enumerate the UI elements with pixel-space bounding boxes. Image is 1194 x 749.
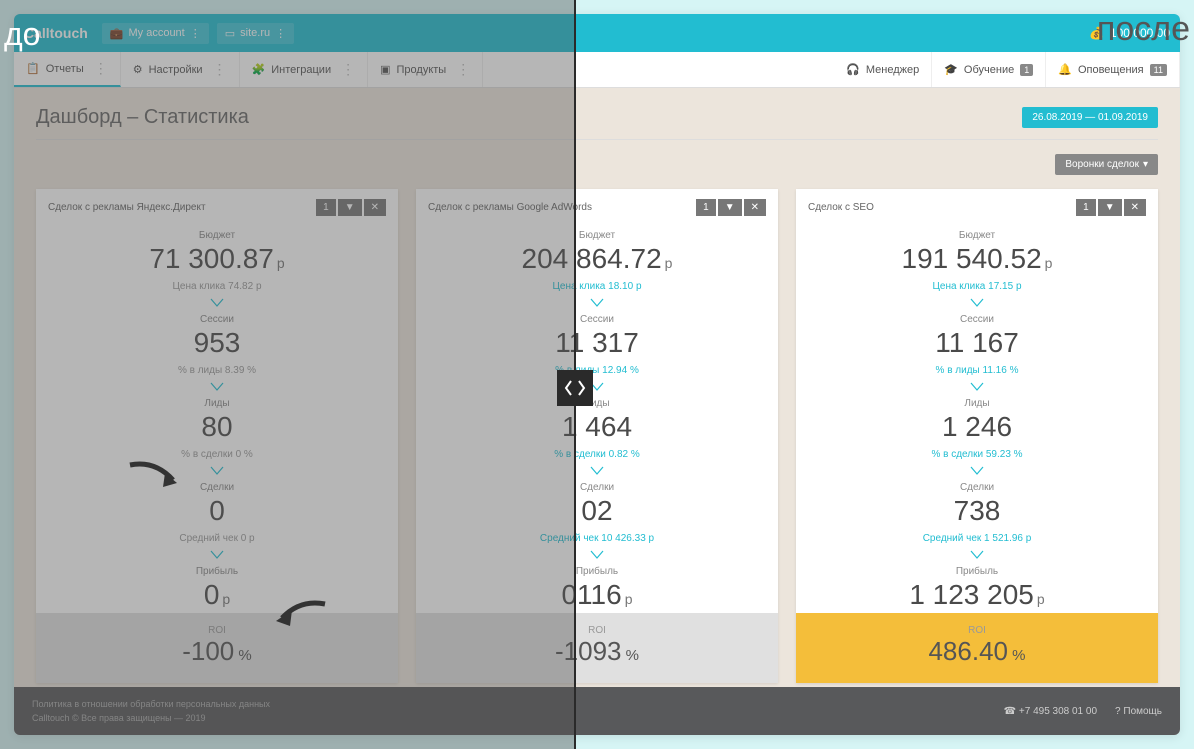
avg-check-stat: Средний чек 1 521.96 р <box>796 529 1158 548</box>
site-switcher[interactable]: ▭ site.ru ⋮ <box>217 23 294 44</box>
copyright-text: Calltouch © Все права защищены — 2019 <box>32 713 270 723</box>
date-range-picker[interactable]: 26.08.2019 — 01.09.2019 <box>1022 107 1158 128</box>
menu-alerts[interactable]: 🔔Оповещения11 <box>1046 52 1180 87</box>
funnel-card: Сделок с рекламы Google AdWords1▼✕Бюджет… <box>416 189 778 683</box>
sliders-icon: ⚙ <box>133 63 143 76</box>
footer: Политика в отношении обработки персональ… <box>14 687 1180 735</box>
card-header: Сделок с рекламы Google AdWords 1▼✕ <box>416 189 778 226</box>
page-header: Дашборд – Статистика 26.08.2019 — 01.09.… <box>14 88 1180 139</box>
menu-reports[interactable]: 📋Отчеты⋮ <box>14 52 121 87</box>
cards-container: Сделок с рекламы Яндекс.Директ1▼✕Бюджет7… <box>14 189 1180 703</box>
to-leads-stat: % в лиды 8.39 % <box>36 361 398 380</box>
filter-button[interactable]: ▼ <box>718 199 742 216</box>
close-button[interactable]: ✕ <box>1124 199 1146 216</box>
funnel-card: Сделок с SEO1▼✕Бюджет191 540.52рЦена кли… <box>796 189 1158 683</box>
card-title: Сделок с рекламы Google AdWords <box>428 202 592 213</box>
roi-block: ROI486.40 % <box>796 613 1158 683</box>
chevron-down-icon: ⋮ <box>190 27 201 40</box>
funnel-arrow-icon <box>36 380 398 394</box>
arrow-annotation-1 <box>125 455 185 495</box>
topbar: Calltouch 💼 My account ⋮ ▭ site.ru ⋮ 💰 1… <box>14 14 1180 52</box>
funnel-arrow-icon <box>796 380 1158 394</box>
card-count-badge[interactable]: 1 <box>316 199 336 216</box>
to-deals-stat: % в сделки 0 % <box>36 445 398 464</box>
arrow-annotation-2 <box>270 596 330 631</box>
menu-settings[interactable]: ⚙Настройки⋮ <box>121 52 240 87</box>
card-count-badge[interactable]: 1 <box>696 199 716 216</box>
puzzle-icon: 🧩 <box>252 63 266 76</box>
funnel-arrow-icon <box>36 548 398 562</box>
menu-manager[interactable]: 🎧Менеджер <box>834 52 932 87</box>
app-frame: Calltouch 💼 My account ⋮ ▭ site.ru ⋮ 💰 1… <box>14 14 1180 735</box>
chevron-down-icon: ⋮ <box>275 27 286 40</box>
bell-icon: 🔔 <box>1058 63 1072 76</box>
card-header: Сделок с SEO 1▼✕ <box>796 189 1158 226</box>
funnel-arrow-icon <box>36 464 398 478</box>
page-title: Дашборд – Статистика <box>36 106 249 129</box>
headset-icon: 🎧 <box>846 63 860 76</box>
comparison-slider-handle[interactable] <box>557 370 593 406</box>
funnel-arrow-icon <box>416 296 778 310</box>
card-title: Сделок с рекламы Яндекс.Директ <box>48 202 206 213</box>
window-icon: ▭ <box>225 27 235 40</box>
menu-products[interactable]: ▣Продукты⋮ <box>368 52 483 87</box>
funnel-arrow-icon <box>796 296 1158 310</box>
card-header: Сделок с рекламы Яндекс.Директ 1▼✕ <box>36 189 398 226</box>
filter-button[interactable]: ▼ <box>338 199 362 216</box>
before-label: до <box>4 16 40 53</box>
card-title: Сделок с SEO <box>808 202 874 213</box>
to-leads-stat: % в лиды 11.16 % <box>796 361 1158 380</box>
funnel-arrow-icon <box>796 548 1158 562</box>
cube-icon: ▣ <box>380 63 390 76</box>
chevron-down-icon: ▾ <box>1143 159 1148 170</box>
graduation-icon: 🎓 <box>944 63 958 76</box>
menu-training[interactable]: 🎓Обучение1 <box>932 52 1046 87</box>
avg-check-stat: Средний чек 0 р <box>36 529 398 548</box>
drag-icon <box>563 376 587 400</box>
avg-check-stat: Средний чек 10 426.33 р <box>416 529 778 548</box>
help-link[interactable]: ? Помощь <box>1115 706 1162 717</box>
funnel-arrow-icon <box>416 380 778 394</box>
divider <box>36 139 1158 140</box>
funnel-card: Сделок с рекламы Яндекс.Директ1▼✕Бюджет7… <box>36 189 398 683</box>
cpc-stat: Цена клика 17.15 р <box>796 277 1158 296</box>
menu-integrations[interactable]: 🧩Интеграции⋮ <box>240 52 369 87</box>
funnels-button[interactable]: Воронки сделок▾ <box>1055 154 1158 175</box>
roi-block: ROI-1093 % <box>416 613 778 683</box>
account-switcher[interactable]: 💼 My account ⋮ <box>102 23 209 44</box>
close-button[interactable]: ✕ <box>744 199 766 216</box>
roi-block: ROI-100 % <box>36 613 398 683</box>
phone-link[interactable]: ☎ +7 495 308 01 00 <box>1004 706 1097 717</box>
close-button[interactable]: ✕ <box>364 199 386 216</box>
funnel-arrow-icon <box>416 464 778 478</box>
cpc-stat: Цена клика 74.82 р <box>36 277 398 296</box>
to-deals-stat: % в сделки 0.82 % <box>416 445 778 464</box>
funnel-arrow-icon <box>36 296 398 310</box>
to-leads-stat: % в лиды 12.94 % <box>416 361 778 380</box>
main-menu: 📋Отчеты⋮ ⚙Настройки⋮ 🧩Интеграции⋮ ▣Проду… <box>14 52 1180 88</box>
filter-button[interactable]: ▼ <box>1098 199 1122 216</box>
funnel-arrow-icon <box>416 548 778 562</box>
briefcase-icon: 💼 <box>110 27 124 40</box>
after-label: после <box>1097 10 1190 49</box>
funnel-arrow-icon <box>796 464 1158 478</box>
card-count-badge[interactable]: 1 <box>1076 199 1096 216</box>
to-deals-stat: % в сделки 59.23 % <box>796 445 1158 464</box>
cpc-stat: Цена клика 18.10 р <box>416 277 778 296</box>
clipboard-icon: 📋 <box>26 62 40 75</box>
privacy-link[interactable]: Политика в отношении обработки персональ… <box>32 699 270 709</box>
